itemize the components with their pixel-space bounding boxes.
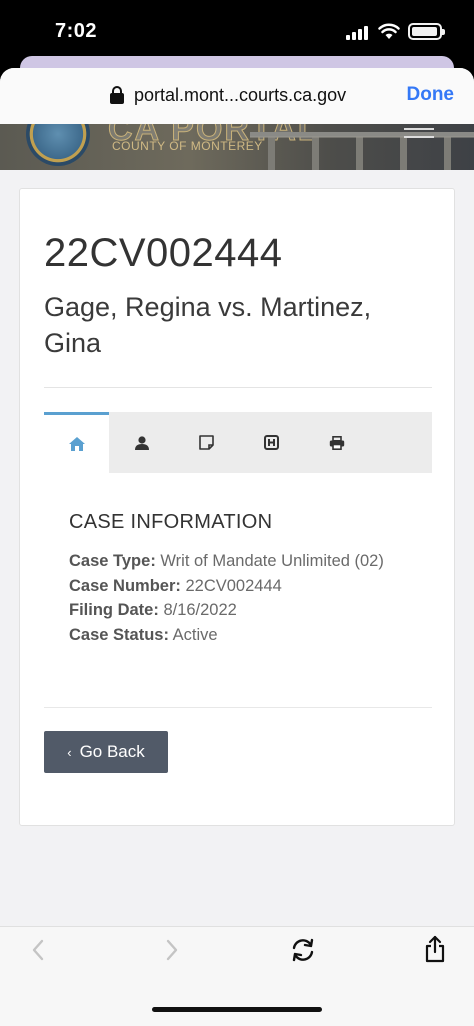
case-parties: Gage, Regina vs. Martinez, Gina xyxy=(44,292,372,358)
battery-icon xyxy=(408,23,445,40)
case-status-label: Case Status: xyxy=(69,625,169,644)
reload-icon[interactable] xyxy=(290,937,316,963)
case-status-row: Case Status: Active xyxy=(69,623,399,648)
person-icon xyxy=(134,435,149,450)
hearing-icon xyxy=(264,435,279,450)
case-number-value: 22CV002444 xyxy=(185,576,282,595)
wifi-icon xyxy=(378,23,400,39)
status-time: 7:02 xyxy=(55,20,98,42)
banner-subtitle: COUNTY OF MONTEREY xyxy=(112,139,263,153)
case-information-heading: CASE INFORMATION xyxy=(69,511,273,533)
divider xyxy=(44,387,432,388)
print-icon xyxy=(329,435,344,450)
status-bar: 7:02 xyxy=(0,0,474,60)
go-back-label: Go Back xyxy=(79,742,145,761)
case-information-details: Case Type: Writ of Mandate Unlimited (02… xyxy=(69,549,399,647)
case-card: 22CV002444 Gage, Regina vs. Martinez, Gi… xyxy=(19,188,455,826)
go-back-button[interactable]: ‹ Go Back xyxy=(44,731,168,773)
tab-home[interactable] xyxy=(44,412,109,473)
case-type-row: Case Type: Writ of Mandate Unlimited (02… xyxy=(69,549,399,574)
browser-toolbar xyxy=(0,926,474,1026)
lock-icon xyxy=(110,86,124,104)
browser-sheet: portal.mont...courts.ca.gov Done CA PORT… xyxy=(0,68,474,1026)
bridge-image xyxy=(250,132,474,170)
case-status-value: Active xyxy=(172,625,218,644)
tab-hearings[interactable] xyxy=(239,412,304,473)
case-type-value: Writ of Mandate Unlimited (02) xyxy=(160,552,384,570)
tab-print[interactable] xyxy=(304,412,369,473)
divider xyxy=(44,707,432,708)
menu-icon[interactable] xyxy=(404,128,434,144)
case-number-title: 22CV002444 xyxy=(44,231,283,275)
url-bar: portal.mont...courts.ca.gov Done xyxy=(0,68,474,124)
filing-date-row: Filing Date: 8/16/2022 xyxy=(69,598,399,623)
share-icon[interactable] xyxy=(424,935,446,963)
tab-notes[interactable] xyxy=(174,412,239,473)
cellular-signal-icon xyxy=(346,26,372,40)
filing-date-label: Filing Date: xyxy=(69,601,159,619)
done-button[interactable]: Done xyxy=(407,84,455,106)
home-icon xyxy=(68,437,85,451)
note-icon xyxy=(199,435,214,450)
page-content: 22CV002444 Gage, Regina vs. Martinez, Gi… xyxy=(0,170,474,926)
county-seal-logo xyxy=(26,124,90,166)
case-type-label: Case Type: xyxy=(69,552,156,570)
url-text[interactable]: portal.mont...courts.ca.gov xyxy=(134,85,346,106)
back-arrow-icon[interactable] xyxy=(30,939,46,961)
case-number-row: Case Number: 22CV002444 xyxy=(69,574,399,599)
home-indicator[interactable] xyxy=(152,1007,322,1012)
chevron-left-icon: ‹ xyxy=(67,744,72,760)
forward-arrow-icon[interactable] xyxy=(164,939,180,961)
case-number-label: Case Number: xyxy=(69,576,181,595)
tab-parties[interactable] xyxy=(109,412,174,473)
case-tabs xyxy=(44,412,432,473)
portal-banner: CA PORTAL COUNTY OF MONTEREY xyxy=(0,124,474,170)
filing-date-value: 8/16/2022 xyxy=(163,601,237,619)
